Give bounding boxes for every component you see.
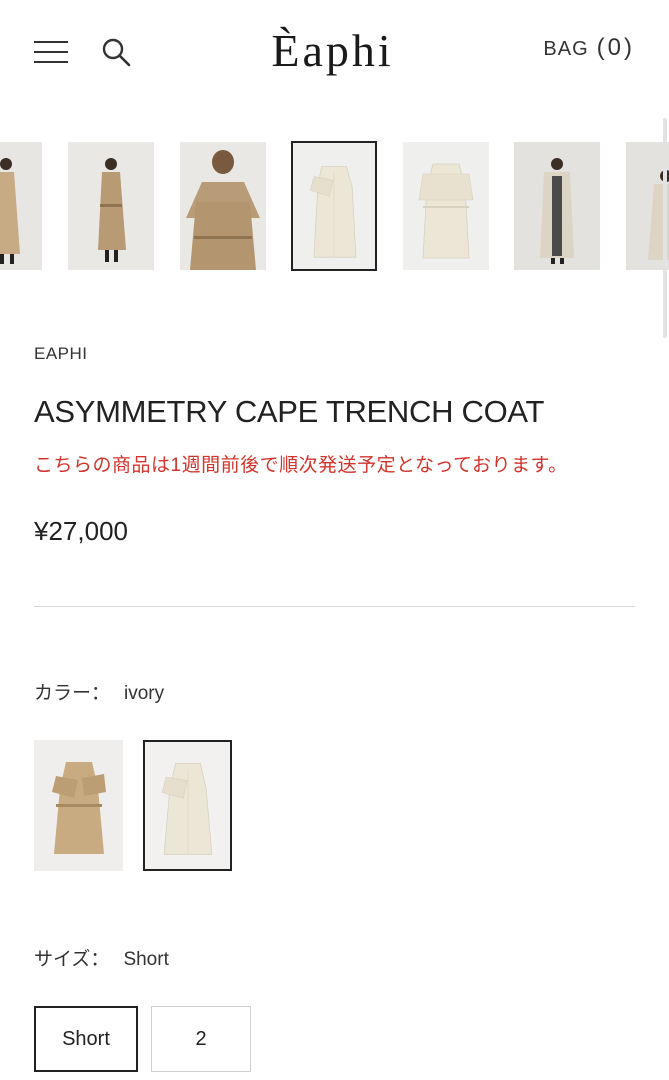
selected-size: Short: [123, 949, 169, 970]
color-swatch-ivory[interactable]: [143, 740, 232, 871]
selected-color: ivory: [124, 683, 165, 704]
product-image-gallery[interactable]: [0, 140, 669, 272]
product-brand[interactable]: EAPHI: [34, 344, 88, 364]
size-option-short[interactable]: Short: [34, 1006, 138, 1072]
color-label-text: カラー：: [34, 683, 111, 704]
color-swatch-beige[interactable]: [34, 740, 123, 871]
product-title: ASYMMETRY CAPE TRENCH COAT: [34, 394, 545, 429]
gallery-thumbnail[interactable]: [514, 142, 600, 270]
bag-count: (0): [596, 34, 635, 61]
gallery-thumbnail[interactable]: [68, 142, 154, 270]
scrollbar[interactable]: [663, 118, 667, 338]
bag-label: BAG: [543, 38, 589, 60]
hamburger-menu-icon[interactable]: [34, 40, 68, 66]
brand-logo[interactable]: Èaphi: [230, 24, 435, 77]
color-label: カラー： ivory: [34, 678, 164, 705]
shipping-notice: こちらの商品は1週間前後で順次発送予定となっております。: [34, 455, 568, 476]
gallery-thumbnail[interactable]: [0, 142, 42, 270]
size-label: サイズ： Short: [34, 944, 169, 971]
gallery-thumbnail[interactable]: [180, 142, 266, 270]
shopping-bag-button[interactable]: BAG (0): [543, 34, 635, 62]
size-label-text: サイズ：: [34, 949, 110, 970]
gallery-thumbnail-selected[interactable]: [291, 141, 377, 271]
gallery-thumbnail[interactable]: [403, 142, 489, 270]
search-icon[interactable]: [100, 36, 132, 68]
divider: [34, 606, 635, 607]
site-header: Èaphi BAG (0): [0, 0, 669, 110]
size-option-2[interactable]: 2: [151, 1006, 251, 1072]
product-price: ¥27,000: [34, 516, 128, 546]
